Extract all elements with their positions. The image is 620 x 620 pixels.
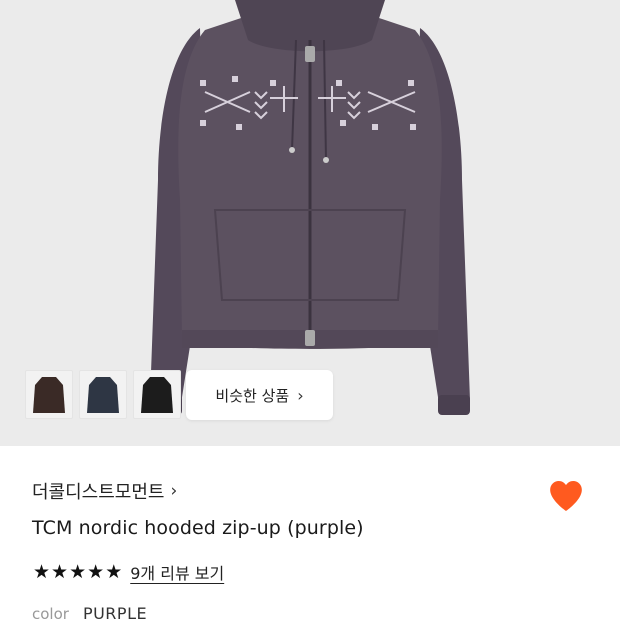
thumbnail-brown[interactable]	[25, 370, 73, 419]
star-icon: ★	[105, 560, 123, 583]
product-title: TCM nordic hooded zip-up (purple)	[32, 517, 364, 539]
rating-stars: ★ ★ ★ ★ ★	[33, 560, 123, 583]
reviews-link[interactable]: 9개 리뷰 보기	[130, 560, 224, 584]
heart-icon[interactable]	[546, 476, 586, 516]
similar-products-button[interactable]: 비슷한 상품 ›	[186, 370, 333, 420]
thumbnail-strip	[25, 370, 181, 419]
color-info: color PURPLE	[32, 604, 147, 620]
hoodie-thumbnail-icon	[141, 376, 173, 413]
chevron-right-icon: ›	[297, 385, 304, 405]
color-value: PURPLE	[82, 604, 148, 620]
star-icon: ★	[87, 560, 105, 583]
star-icon: ★	[33, 560, 51, 583]
hoodie-thumbnail-icon	[87, 376, 119, 413]
chevron-right-icon: ›	[170, 481, 178, 501]
rating-row: ★ ★ ★ ★ ★ 9개 리뷰 보기	[33, 560, 224, 584]
thumbnail-navy[interactable]	[79, 370, 127, 419]
thumbnail-black[interactable]	[133, 370, 181, 419]
product-image[interactable]: 비슷한 상품 ›	[0, 0, 620, 446]
star-icon: ★	[51, 560, 69, 583]
similar-products-label: 비슷한 상품	[215, 386, 290, 405]
star-icon: ★	[69, 560, 87, 583]
brand-name: 더콜디스트모먼트	[32, 482, 165, 503]
hoodie-thumbnail-icon	[33, 376, 65, 413]
brand-link[interactable]: 더콜디스트모먼트 ›	[32, 478, 177, 504]
color-label: color	[32, 605, 69, 620]
